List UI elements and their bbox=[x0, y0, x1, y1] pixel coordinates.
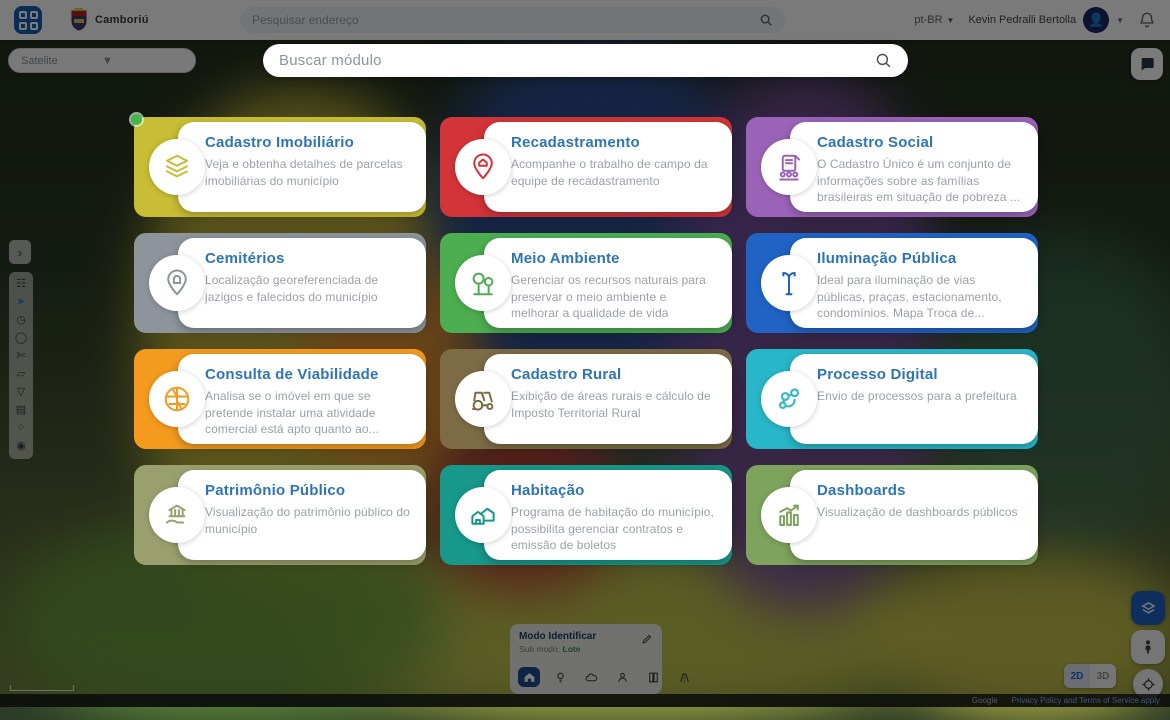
module-search-input[interactable]: Buscar módulo bbox=[263, 44, 908, 77]
module-card[interactable]: Dashboards Visualização de dashboards pú… bbox=[746, 465, 1038, 565]
module-search-placeholder: Buscar módulo bbox=[279, 52, 382, 69]
module-card[interactable]: Cadastro Imobiliário Veja e obtenha deta… bbox=[131, 114, 426, 217]
module-card[interactable]: Patrimônio Público Visualização do patri… bbox=[134, 465, 426, 565]
house-pin-icon bbox=[455, 139, 511, 195]
module-card[interactable]: Recadastramento Acompanhe o trabalho de … bbox=[440, 117, 732, 217]
trees-icon bbox=[455, 255, 511, 311]
module-card-title: Meio Ambiente bbox=[511, 250, 620, 267]
module-card-title: Dashboards bbox=[817, 482, 906, 499]
module-card-title: Iluminação Pública bbox=[817, 250, 957, 267]
workflow-icon bbox=[761, 371, 817, 427]
module-card-title: Cemitérios bbox=[205, 250, 285, 267]
module-card-description: Veja e obtenha detalhes de parcelas imob… bbox=[205, 157, 403, 188]
module-card[interactable]: Habitação Programa de habitação do munic… bbox=[440, 465, 732, 565]
module-card-description: Visualização de dashboards públicos bbox=[817, 505, 1018, 519]
online-status-dot bbox=[131, 114, 142, 125]
module-card[interactable]: Iluminação Pública Ideal para iluminação… bbox=[746, 233, 1038, 333]
module-card-description: Envio de processos para a prefeitura bbox=[817, 389, 1017, 403]
module-card-description: O Cadastro Único é um conjunto de inform… bbox=[817, 157, 1021, 205]
module-card-title: Cadastro Rural bbox=[511, 366, 622, 383]
city-map-icon bbox=[149, 371, 205, 427]
module-card-title: Patrimônio Público bbox=[205, 482, 346, 499]
tomb-pin-icon bbox=[149, 255, 205, 311]
streetlight-icon bbox=[761, 255, 817, 311]
module-card[interactable]: Processo Digital Envio de processos para… bbox=[746, 349, 1038, 449]
search-icon[interactable] bbox=[875, 52, 892, 69]
module-card[interactable]: Consulta de Viabilidade Analisa se o imó… bbox=[134, 349, 426, 449]
houses-icon bbox=[455, 487, 511, 543]
module-card-description: Acompanhe o trabalho de campo da equipe … bbox=[511, 157, 708, 188]
tractor-icon bbox=[455, 371, 511, 427]
module-card[interactable]: Meio Ambiente Gerenciar os recursos natu… bbox=[440, 233, 732, 333]
module-card[interactable]: Cadastro Social O Cadastro Único é um co… bbox=[746, 117, 1038, 217]
module-card-title: Habitação bbox=[511, 482, 585, 499]
module-card-description: Analisa se o imóvel em que se pretende i… bbox=[205, 389, 379, 437]
layers-icon bbox=[149, 139, 205, 195]
module-card-title: Recadastramento bbox=[511, 134, 640, 151]
module-card-description: Programa de habitação do município, poss… bbox=[511, 505, 714, 553]
module-card-title: Processo Digital bbox=[817, 366, 938, 383]
clipboard-people-icon bbox=[761, 139, 817, 195]
module-card-description: Gerenciar os recursos naturais para pres… bbox=[511, 273, 706, 321]
module-card[interactable]: Cemitérios Localização georeferenciada d… bbox=[134, 233, 426, 333]
bank-hand-icon bbox=[149, 487, 205, 543]
module-card-title: Consulta de Viabilidade bbox=[205, 366, 379, 383]
module-card-title: Cadastro Imobiliário bbox=[205, 134, 355, 151]
module-card-description: Exibição de áreas rurais e cálculo de Im… bbox=[511, 389, 711, 420]
module-card-description: Ideal para iluminação de vias públicas, … bbox=[817, 273, 1002, 321]
module-card-description: Visualização do patrimônio público do mu… bbox=[205, 505, 410, 536]
chart-icon bbox=[761, 487, 817, 543]
module-cards-grid: Cadastro Imobiliário Veja e obtenha deta… bbox=[131, 114, 1038, 565]
module-card[interactable]: Cadastro Rural Exibição de áreas rurais … bbox=[440, 349, 732, 449]
module-card-description: Localização georeferenciada de jazigos e… bbox=[205, 273, 379, 304]
module-card-title: Cadastro Social bbox=[817, 134, 934, 151]
